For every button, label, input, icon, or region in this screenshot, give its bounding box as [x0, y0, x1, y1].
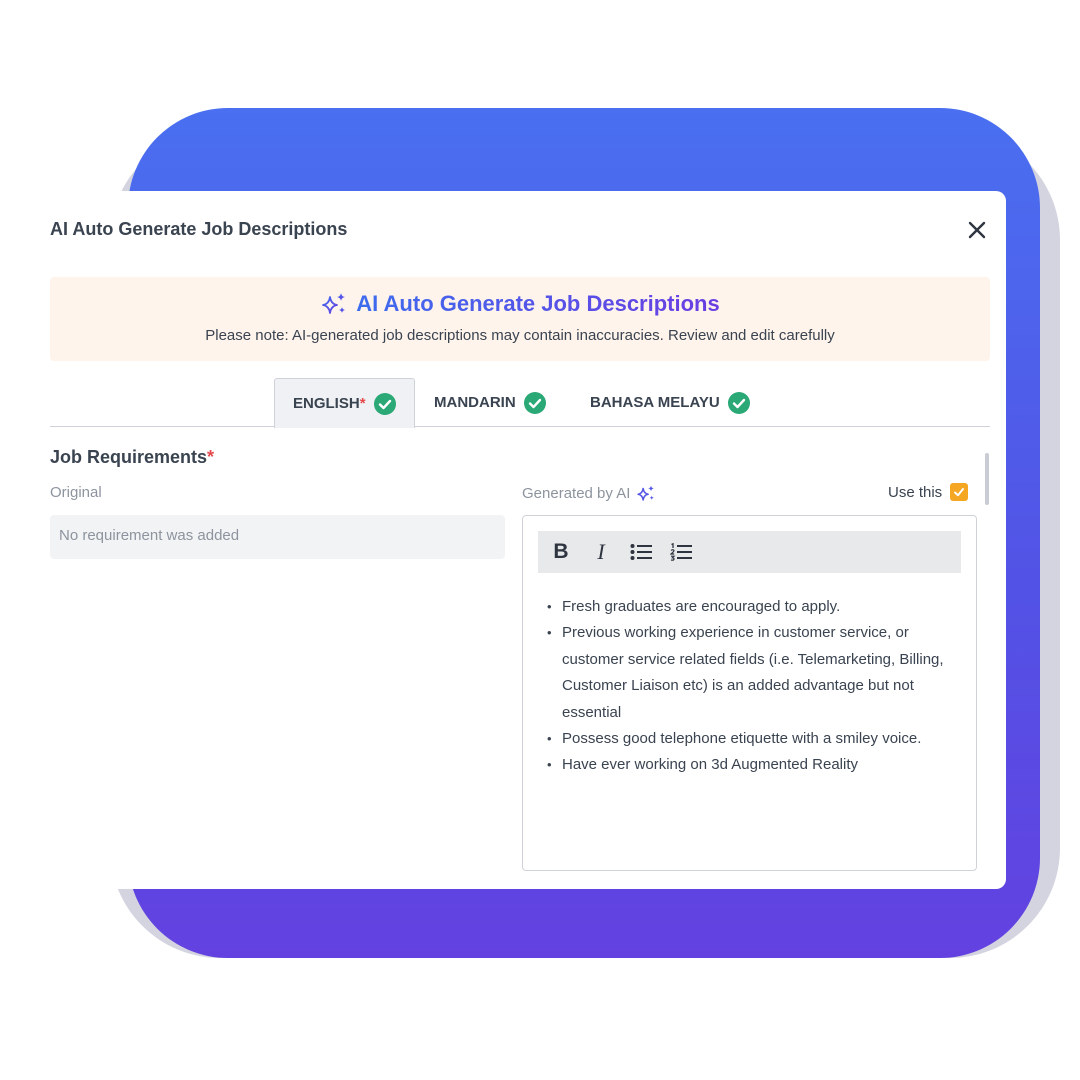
tab-bahasa-melayu[interactable]: BAHASA MELAYU — [590, 378, 750, 427]
generated-label: Generated by AI — [522, 484, 656, 503]
tab-english[interactable]: ENGLISH * — [274, 378, 415, 428]
list-item: Possess good telephone etiquette with a … — [547, 726, 967, 753]
bullet-list-button[interactable] — [628, 539, 654, 565]
close-button[interactable] — [964, 217, 990, 243]
check-circle-icon — [523, 391, 546, 414]
numbered-list-button[interactable] — [668, 539, 694, 565]
banner-title: AI Auto Generate Job Descriptions — [356, 291, 720, 316]
use-this-checkbox[interactable] — [950, 483, 969, 501]
tab-mandarin[interactable]: MANDARIN — [434, 378, 546, 427]
bullet-list-icon — [630, 544, 652, 560]
editor-toolbar: B I — [538, 531, 961, 573]
original-placeholder: No requirement was added — [59, 527, 240, 544]
editor-content[interactable]: Fresh graduates are encouraged to apply.… — [547, 594, 967, 779]
section-title: Job Requirements* — [50, 447, 214, 468]
ai-banner: AI Auto Generate Job Descriptions Please… — [50, 277, 990, 361]
list-item: Fresh graduates are encouraged to apply. — [547, 594, 967, 621]
modal-title: AI Auto Generate Job Descriptions — [50, 219, 348, 239]
section-title-text: Job Requirements — [50, 447, 208, 467]
requirements-list: Fresh graduates are encouraged to apply.… — [547, 594, 967, 779]
scrollbar[interactable] — [985, 453, 989, 505]
list-item: Previous working experience in customer … — [547, 620, 967, 726]
required-mark: * — [207, 447, 215, 467]
bold-icon: B — [553, 540, 569, 563]
tab-label: ENGLISH — [293, 395, 360, 412]
numbered-list-icon — [670, 543, 692, 561]
check-circle-icon — [373, 392, 396, 415]
close-icon — [968, 221, 986, 239]
list-item: Have ever working on 3d Augmented Realit… — [547, 752, 967, 779]
rich-text-editor[interactable]: B I • Fresh graduates are encouraged to … — [522, 515, 977, 871]
banner-note: Please note: AI-generated job descriptio… — [205, 327, 835, 344]
checkmark-icon — [954, 488, 965, 497]
use-this-toggle[interactable]: Use this — [888, 483, 969, 501]
italic-button[interactable]: I — [588, 539, 614, 565]
generated-label-text: Generated by AI — [522, 485, 631, 502]
tab-label: BAHASA MELAYU — [590, 394, 720, 411]
original-requirement-field: No requirement was added — [50, 515, 505, 559]
language-tabs: ENGLISH * MANDARIN BAHASA MELAYU — [50, 378, 990, 428]
check-circle-icon — [727, 391, 750, 414]
italic-icon: I — [597, 539, 605, 564]
tab-label: MANDARIN — [434, 394, 516, 411]
use-this-label: Use this — [888, 483, 943, 501]
bold-button[interactable]: B — [548, 539, 574, 565]
sparkles-icon — [322, 293, 346, 314]
ai-generate-modal: AI Auto Generate Job Descriptions AI Aut… — [0, 191, 1006, 889]
sparkles-icon — [637, 485, 655, 501]
original-label: Original — [50, 484, 102, 501]
required-mark: * — [359, 395, 366, 412]
